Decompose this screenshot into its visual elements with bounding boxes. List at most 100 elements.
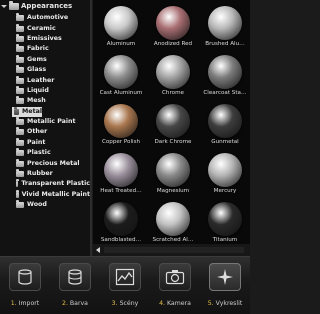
panel-divider[interactable] (90, 0, 92, 256)
material-swatch[interactable]: Anodized Red (147, 3, 199, 51)
material-swatch[interactable]: Titanium (199, 199, 251, 247)
tree-root-appearances[interactable]: Appearances (0, 0, 90, 12)
tree-root-label: Appearances (21, 2, 73, 10)
material-label: Heat Treated… (100, 188, 142, 194)
folder-icon (16, 44, 24, 53)
tree-item-leather[interactable]: Leather (12, 75, 90, 85)
tree-item-transparent-plastic[interactable]: Transparent Plastic (12, 179, 90, 189)
tool-step-number: 5. (207, 300, 214, 307)
tree-item-label: Other (27, 128, 48, 136)
folder-icon (16, 85, 24, 94)
tree-item-label: Automotive (27, 14, 69, 22)
material-sphere-preview (208, 104, 242, 138)
tool-caption: 4. Kamera (150, 300, 200, 307)
tree-item-liquid[interactable]: Liquid (12, 85, 90, 96)
tree-item-label: Precious Metal (27, 159, 80, 167)
tree-item-label: Glass (27, 66, 47, 74)
tree-item-list: Automotive Ceramic Emissives Fabric Gems Glas… (0, 13, 90, 210)
folder-icon (16, 169, 24, 178)
folder-icon (9, 0, 19, 10)
material-swatch[interactable]: Heat Treated… (95, 150, 147, 198)
material-swatch[interactable]: Aluminum (95, 3, 147, 51)
material-swatch[interactable]: Cast Aluminum (95, 52, 147, 100)
material-swatch[interactable]: Brushed Alu… (199, 3, 251, 51)
folder-icon (14, 106, 20, 115)
tree-item-label: Metal (22, 107, 42, 115)
tree-item-label: Metallic Paint (27, 118, 76, 126)
material-label: Magnesium (156, 188, 190, 194)
tree-item-other[interactable]: Other (12, 127, 90, 137)
tool-import[interactable]: 1. Import (0, 263, 50, 311)
folder-icon (16, 117, 24, 126)
tool-step-number: 4. (159, 300, 165, 307)
tool-sc-ny[interactable]: 3. Scény (100, 263, 150, 311)
tool-step-number: 1. (10, 300, 17, 307)
tree-item-metallic-paint[interactable]: Metallic Paint (12, 117, 90, 127)
tool-barva[interactable]: 2. Barva (50, 263, 100, 311)
material-sphere-preview (156, 104, 190, 138)
material-label: Chrome (162, 90, 184, 96)
tree-item-automotive[interactable]: Automotive (12, 13, 90, 23)
tree-item-label: Gems (27, 55, 47, 63)
tree-item-label: Rubber (27, 170, 53, 178)
folder-icon (16, 148, 24, 157)
material-sphere-preview (104, 55, 138, 89)
material-sphere-preview (104, 202, 138, 236)
tree-item-label: Plastic (27, 149, 51, 157)
scenes-chart-icon[interactable] (109, 263, 141, 291)
material-swatch[interactable]: Scratched Al… (147, 199, 199, 247)
tool-label: Vykreslit (215, 300, 243, 307)
scroll-left-arrow-icon[interactable] (94, 246, 102, 254)
render-sparkle-icon[interactable] (209, 263, 241, 291)
material-sphere-preview (208, 153, 242, 187)
material-label: Cast Aluminum (99, 90, 143, 96)
tree-item-paint[interactable]: Paint (12, 137, 90, 148)
horizontal-scrollbar[interactable] (93, 244, 250, 256)
tool-label: Import (18, 300, 40, 307)
tool-step-number: 3. (111, 300, 118, 307)
workflow-toolbar: 1. Import 2. Barva 3. Scény 4. Kamera 5. Vykresli… (0, 256, 250, 314)
tool-kamera[interactable]: 4. Kamera (150, 263, 200, 311)
material-swatch[interactable]: Clearcoat Sta… (199, 52, 251, 100)
material-label: Copper Polish (101, 139, 141, 145)
material-sphere-preview (104, 153, 138, 187)
scroll-track[interactable] (104, 247, 244, 253)
tree-item-label: Fabric (27, 45, 49, 53)
materials-cylinder-icon[interactable] (59, 263, 91, 291)
material-swatch[interactable]: Mercury (199, 150, 251, 198)
material-sphere-preview (156, 153, 190, 187)
tool-caption: 3. Scény (100, 300, 150, 307)
tree-item-rubber[interactable]: Rubber (12, 169, 90, 179)
material-sphere-preview (156, 55, 190, 89)
tree-item-plastic[interactable]: Plastic (12, 148, 90, 158)
tree-item-vivid-metallic-paint[interactable]: Vivid Metallic Paint (12, 189, 90, 200)
tree-item-mesh[interactable]: Mesh (12, 96, 90, 106)
tree-item-gems[interactable]: Gems (12, 54, 90, 65)
tree-item-emissives[interactable]: Emissives (12, 33, 90, 44)
tree-item-ceramic[interactable]: Ceramic (12, 23, 90, 33)
tree-item-metal[interactable]: Metal (12, 106, 42, 117)
tree-item-fabric[interactable]: Fabric (12, 44, 90, 54)
material-swatch[interactable]: Dark Chrome (147, 101, 199, 149)
material-swatch[interactable]: Magnesium (147, 150, 199, 198)
material-swatch[interactable]: Copper Polish (95, 101, 147, 149)
material-label: Aluminum (106, 41, 136, 47)
tree-item-label: Ceramic (27, 24, 56, 32)
tool-vykreslit[interactable]: 5. Vykreslit (200, 263, 250, 311)
tree-item-label: Liquid (27, 86, 49, 94)
material-sphere-preview (208, 55, 242, 89)
tree-item-label: Mesh (27, 97, 46, 105)
tree-item-glass[interactable]: Glass (12, 65, 90, 75)
folder-icon (16, 13, 24, 22)
camera-icon[interactable] (159, 263, 191, 291)
import-cylinder-icon[interactable] (9, 263, 41, 291)
material-swatch[interactable]: Gunmetal (199, 101, 251, 149)
material-swatch[interactable]: Sandblasted… (95, 199, 147, 247)
material-swatch[interactable]: Chrome (147, 52, 199, 100)
tree-item-precious-metal[interactable]: Precious Metal (12, 158, 90, 168)
tree-item-wood[interactable]: Wood (12, 200, 90, 210)
expand-arrow-icon[interactable] (1, 0, 7, 12)
folder-icon (16, 23, 24, 32)
material-label: Gunmetal (211, 139, 239, 145)
tool-step-number: 2. (62, 300, 68, 307)
